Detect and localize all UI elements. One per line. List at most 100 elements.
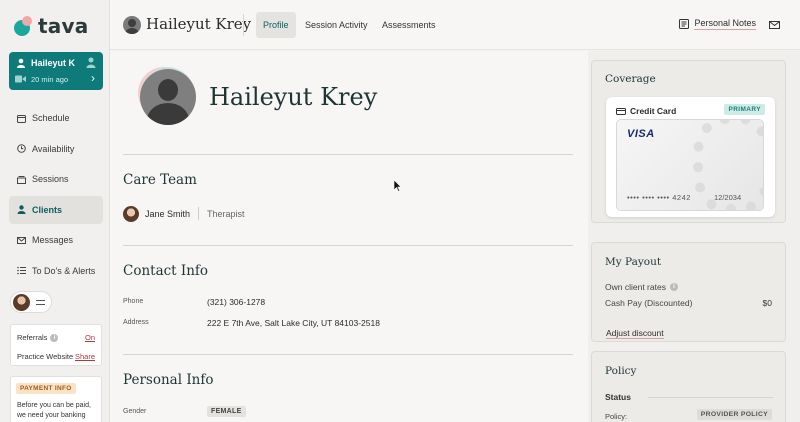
info-icon[interactable]: i [50, 333, 59, 342]
gender-badge: FEMALE [207, 406, 246, 417]
mail-icon[interactable] [769, 21, 780, 29]
card-image: VISA •••• •••• •••• 4242 12/2034 [616, 119, 764, 211]
policy-heading: Policy [605, 365, 637, 377]
care-team-member-name[interactable]: Jane Smith [145, 209, 190, 219]
menu-icon [36, 300, 45, 305]
phone-value: (321) 306-1278 [207, 297, 266, 307]
stack-icon [17, 175, 26, 184]
gender-label: Gender [123, 408, 147, 415]
contact-info-heading: Contact Info [123, 263, 209, 279]
adjust-discount-link[interactable]: Adjust discount [606, 328, 664, 339]
credit-card-tile[interactable]: Credit Card PRIMARY VISA •••• •••• •••• … [606, 97, 775, 217]
person-icon [17, 205, 26, 214]
calendar-icon [17, 114, 26, 123]
mouse-cursor-icon [394, 180, 402, 192]
cash-pay-value: $0 [762, 298, 772, 308]
sidebar-item-schedule[interactable]: Schedule [9, 104, 103, 132]
session-client-name: Haileyut K [31, 58, 76, 68]
video-icon [15, 75, 26, 83]
practice-website-label: Practice Website [17, 352, 74, 361]
profile-main: Haileyut Krey Care Team Jane Smith Thera… [110, 51, 588, 422]
credit-card-label-text: Credit Card [630, 106, 677, 116]
page-title: Haileyut Krey [146, 15, 252, 33]
address-label: Address [123, 319, 149, 326]
checklist-icon [17, 266, 26, 275]
avatar [123, 206, 139, 222]
practice-website-row: Practice Website [17, 352, 73, 361]
payment-info-card[interactable]: PAYMENT INFO Before you can be paid, we … [10, 376, 102, 422]
sidebar: tava Haileyut K 20 min ago › Schedule Av… [0, 0, 110, 422]
phone-label: Phone [123, 298, 144, 305]
personal-info-heading: Personal Info [123, 372, 214, 388]
credit-card-label: Credit Card [616, 106, 676, 116]
care-team-heading: Care Team [123, 172, 197, 188]
own-client-rates-row: Own client rates i [605, 282, 678, 292]
payout-heading: My Payout [605, 256, 662, 268]
avatar [123, 16, 141, 34]
clock-icon [17, 144, 26, 153]
divider [243, 14, 244, 36]
info-icon[interactable]: i [669, 283, 678, 291]
policy-panel: Policy Status Policy: PROVIDER POLICY [591, 351, 786, 422]
referrals-row: Referrals i [17, 333, 59, 342]
coverage-panel: Coverage Credit Card PRIMARY VISA •••• •… [591, 60, 786, 223]
visa-logo: VISA [627, 128, 655, 140]
profile-avatar [138, 67, 198, 127]
referrals-card: Referrals i On Practice Website Share [10, 324, 102, 366]
personal-notes-button[interactable]: Personal Notes [679, 18, 756, 30]
logo-mark-icon [14, 16, 34, 36]
chevron-right-icon[interactable]: › [91, 71, 95, 85]
sidebar-item-availability[interactable]: Availability [9, 135, 103, 163]
sidebar-item-label: Sessions [32, 174, 69, 184]
sidebar-item-label: Availability [32, 143, 75, 154]
sidebar-item-label: Schedule [32, 113, 70, 123]
logo-text: tava [38, 14, 89, 38]
divider [123, 354, 573, 355]
tab-assessments[interactable]: Assessments [375, 12, 443, 38]
card-expiry: 12/2034 [714, 193, 742, 202]
share-website-link[interactable]: Share [75, 352, 95, 361]
avatar [13, 294, 30, 311]
profile-name: Haileyut Krey [209, 83, 378, 111]
divider [648, 397, 773, 398]
referrals-label: Referrals [17, 333, 48, 342]
tab-profile[interactable]: Profile [256, 12, 296, 38]
right-panel: Coverage Credit Card PRIMARY VISA •••• •… [588, 51, 800, 422]
address-value: 222 E 7th Ave, Salt Lake City, UT 84103-… [207, 318, 380, 328]
payout-panel: My Payout Own client rates i Cash Pay (D… [591, 242, 786, 342]
policy-label: Policy: [605, 412, 628, 421]
client-profile-icon[interactable] [86, 57, 96, 68]
user-menu-toggle[interactable] [10, 291, 52, 313]
notes-icon [679, 19, 690, 29]
active-session-card[interactable]: Haileyut K 20 min ago › [9, 52, 103, 90]
coverage-heading: Coverage [605, 73, 656, 85]
tab-session-activity[interactable]: Session Activity [298, 12, 375, 38]
care-team-member-role: Therapist [207, 209, 245, 219]
sidebar-item-todos-alerts[interactable]: To Do's & Alerts [9, 257, 103, 285]
sidebar-item-label: To Do's & Alerts [32, 265, 96, 276]
sidebar-nav: Schedule Availability Sessions Clients M… [9, 104, 103, 287]
sidebar-item-messages[interactable]: Messages [9, 226, 103, 254]
sidebar-item-clients[interactable]: Clients [9, 195, 103, 224]
status-label: Status [605, 392, 631, 402]
policy-badge: PROVIDER POLICY [696, 409, 772, 420]
page-header: Haileyut Krey Profile Session Activity A… [110, 0, 800, 50]
divider [198, 207, 199, 220]
payment-info-text: Before you can be paid, we need your ban… [17, 402, 91, 419]
sidebar-item-label: Messages [32, 235, 74, 245]
divider [123, 154, 573, 155]
card-number: •••• •••• •••• 4242 [627, 193, 691, 202]
sidebar-item-label: Clients [32, 204, 63, 215]
divider [123, 245, 573, 246]
person-icon [17, 58, 25, 68]
referrals-toggle-link[interactable]: On [85, 333, 95, 342]
personal-notes-label: Personal Notes [694, 18, 756, 30]
app-logo[interactable]: tava [14, 14, 88, 38]
session-time: 20 min ago [31, 75, 69, 84]
mail-icon [17, 236, 26, 244]
payment-info-badge: PAYMENT INFO [16, 383, 76, 394]
primary-badge: PRIMARY [724, 104, 765, 115]
credit-card-icon [616, 107, 626, 115]
own-client-rates-label: Own client rates [605, 282, 666, 292]
sidebar-item-sessions[interactable]: Sessions [9, 165, 103, 193]
